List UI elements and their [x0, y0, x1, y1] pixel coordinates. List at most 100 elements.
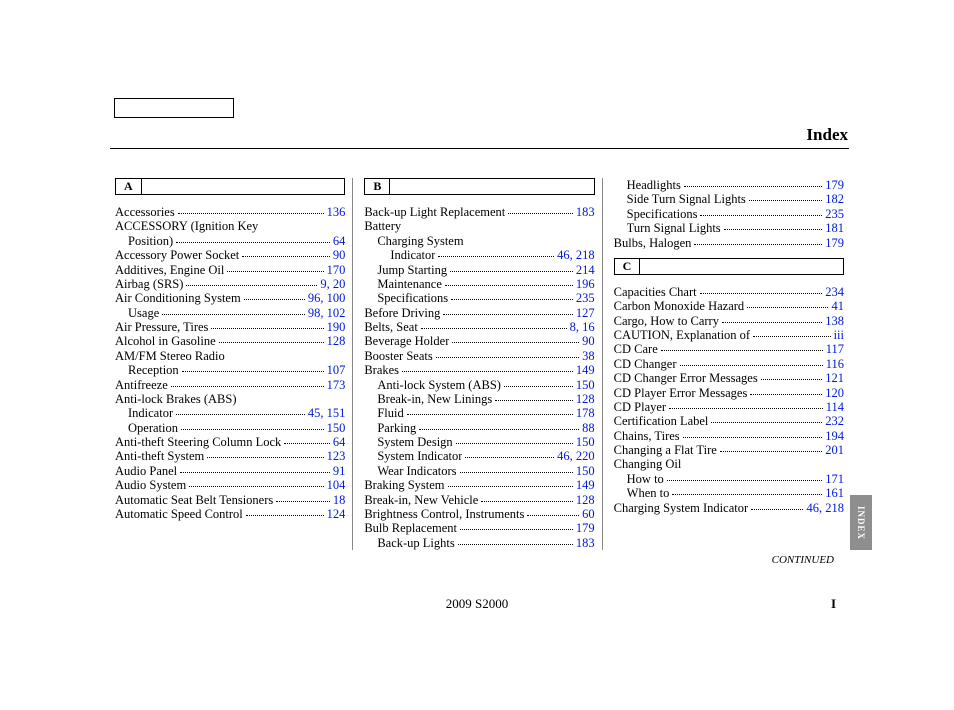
index-entry: CD Care117 [614, 342, 844, 356]
index-entry: CAUTION, Explanation ofiii [614, 328, 844, 342]
index-entry-page[interactable]: 45, 151 [308, 406, 346, 420]
index-entry-page[interactable]: 127 [576, 306, 595, 320]
index-entry: Indicator46, 218 [364, 248, 594, 262]
index-entry-page[interactable]: 60 [582, 507, 595, 521]
index-entry-page[interactable]: 120 [825, 386, 844, 400]
index-entry-page[interactable]: 150 [576, 464, 595, 478]
index-entry-label: Changing Oil [614, 457, 682, 471]
index-entry-page[interactable]: 201 [825, 443, 844, 457]
index-entry-page[interactable]: 150 [327, 421, 346, 435]
index-entry-label: Air Pressure, Tires [115, 320, 208, 334]
index-entry-page[interactable]: 138 [825, 314, 844, 328]
index-entry-page[interactable]: 232 [825, 414, 844, 428]
index-entry-page[interactable]: 173 [327, 378, 346, 392]
index-entry-page[interactable]: 117 [826, 342, 844, 356]
index-entry-page[interactable]: 116 [826, 357, 844, 371]
index-entry-page[interactable]: 107 [327, 363, 346, 377]
index-entry-page[interactable]: 124 [327, 507, 346, 521]
index-entry-page[interactable]: 128 [576, 392, 595, 406]
index-entry-page[interactable]: 41 [831, 299, 844, 313]
index-entry: Wear Indicators150 [364, 464, 594, 478]
index-entry-page[interactable]: 96, 100 [308, 291, 346, 305]
index-entry-page[interactable]: 98, 102 [308, 306, 346, 320]
leader-dots [436, 357, 579, 358]
index-entry-label: Maintenance [377, 277, 442, 291]
index-entry-page[interactable]: 214 [576, 263, 595, 277]
index-entry-page[interactable]: 121 [825, 371, 844, 385]
index-entry: Changing Oil [614, 457, 844, 471]
index-entry-page[interactable]: 234 [825, 285, 844, 299]
index-entry-page[interactable]: 161 [825, 486, 844, 500]
index-entry-page[interactable]: 8, 16 [570, 320, 595, 334]
index-entry-page[interactable]: 196 [576, 277, 595, 291]
column-1: A Accessories136ACCESSORY (Ignition KeyP… [115, 178, 353, 550]
index-entry-page[interactable]: 235 [825, 207, 844, 221]
index-entry-page[interactable]: 149 [576, 363, 595, 377]
index-entry-page[interactable]: 171 [825, 472, 844, 486]
index-entry-page[interactable]: 190 [327, 320, 346, 334]
index-entry-page[interactable]: 178 [576, 406, 595, 420]
index-entry: Fluid178 [364, 406, 594, 420]
index-entry-page[interactable]: 38 [582, 349, 595, 363]
index-entry-page[interactable]: 136 [327, 205, 346, 219]
index-entry: Chains, Tires194 [614, 429, 844, 443]
index-entry-page[interactable]: 179 [825, 178, 844, 192]
index-entry-label: AM/FM Stereo Radio [115, 349, 225, 363]
leader-dots [460, 529, 573, 530]
index-entry-page[interactable]: 46, 220 [557, 449, 595, 463]
index-entry-page[interactable]: 91 [333, 464, 346, 478]
index-entry-page[interactable]: 64 [333, 435, 346, 449]
top-placeholder-box [114, 98, 234, 118]
index-entry-page[interactable]: 9, 20 [320, 277, 345, 291]
index-entry-page[interactable]: 150 [576, 435, 595, 449]
index-entry-page[interactable]: 183 [576, 205, 595, 219]
index-entry-label: Indicator [128, 406, 173, 420]
index-entry-page[interactable]: 114 [826, 400, 844, 414]
index-entry-page[interactable]: 104 [327, 478, 346, 492]
index-entry-page[interactable]: 194 [825, 429, 844, 443]
index-entry-page[interactable]: 46, 218 [806, 501, 844, 515]
index-entry-page[interactable]: 90 [582, 334, 595, 348]
index-entry-page[interactable]: 150 [576, 378, 595, 392]
leader-dots [284, 443, 330, 444]
index-entry-page[interactable]: 128 [327, 334, 346, 348]
index-entry-page[interactable]: 64 [333, 234, 346, 248]
index-entry-label: Audio Panel [115, 464, 177, 478]
footer-title: 2009 S2000 [446, 596, 508, 612]
leader-dots [402, 371, 573, 372]
leader-dots [445, 285, 573, 286]
index-entry-page[interactable]: 46, 218 [557, 248, 595, 262]
index-entry-page[interactable]: 179 [825, 236, 844, 250]
index-entry-label: Brakes [364, 363, 399, 377]
index-entry-page[interactable]: 170 [327, 263, 346, 277]
index-entry: Alcohol in Gasoline128 [115, 334, 345, 348]
index-entry-page[interactable]: 90 [333, 248, 346, 262]
leader-dots [244, 299, 305, 300]
index-entry-page[interactable]: 182 [825, 192, 844, 206]
index-entry-label: Changing a Flat Tire [614, 443, 717, 457]
index-entry-page[interactable]: iii [834, 328, 844, 342]
index-entry-page[interactable]: 149 [576, 478, 595, 492]
index-entry-label: System Indicator [377, 449, 462, 463]
index-entry: Usage98, 102 [115, 306, 345, 320]
index-entry-page[interactable]: 179 [576, 521, 595, 535]
index-entry-page[interactable]: 183 [576, 536, 595, 550]
index-entry-page[interactable]: 235 [576, 291, 595, 305]
leader-dots [456, 443, 573, 444]
index-entry-label: Automatic Speed Control [115, 507, 243, 521]
index-entry-label: Turn Signal Lights [627, 221, 721, 235]
index-entry-page[interactable]: 18 [333, 493, 346, 507]
index-entry: CD Changer116 [614, 357, 844, 371]
index-entry: Specifications235 [364, 291, 594, 305]
index-entry-label: Break-in, New Linings [377, 392, 492, 406]
index-entry-page[interactable]: 128 [576, 493, 595, 507]
leader-dots [669, 408, 823, 409]
index-entry: Capacities Chart234 [614, 285, 844, 299]
index-entry-page[interactable]: 181 [825, 221, 844, 235]
leader-dots [694, 244, 822, 245]
index-entry-page[interactable]: 123 [327, 449, 346, 463]
index-entry: Antifreeze173 [115, 378, 345, 392]
index-entry-page[interactable]: 88 [582, 421, 595, 435]
leader-dots [451, 299, 573, 300]
index-entry: Changing a Flat Tire 201 [614, 443, 844, 457]
